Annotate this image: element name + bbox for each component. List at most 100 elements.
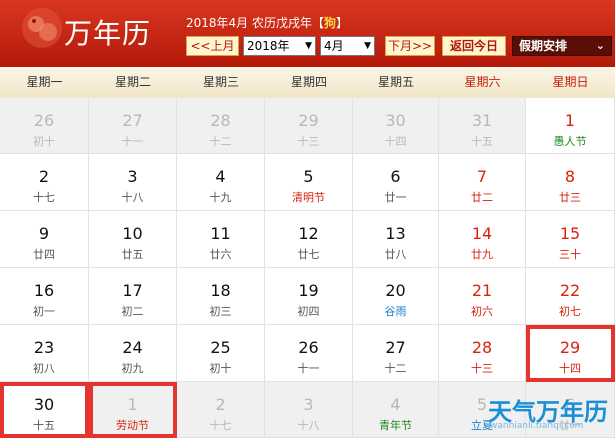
calendar-day-cell[interactable]: 2 十七 [0, 154, 89, 211]
calendar-day-cell[interactable]: 29 十三 [265, 98, 353, 154]
day-number: 6 [390, 167, 401, 186]
lunar-date: 初一 [33, 305, 55, 318]
day-number: 17 [122, 281, 143, 300]
day-number: 11 [210, 224, 231, 243]
month-select[interactable]: 4月 ▼ [320, 36, 375, 56]
weekday-label: 星期一 [26, 75, 63, 89]
day-number: 16 [33, 281, 55, 300]
calendar-day-cell[interactable]: 21 初六 [439, 268, 526, 325]
date-info: 2018年4月 农历戊戌年【狗】 [186, 14, 348, 31]
holiday-schedule-button[interactable]: 假期安排 ⌄ [512, 36, 612, 56]
day-number: 3 [303, 395, 314, 414]
calendar-day-cell[interactable]: 27 十一 [89, 98, 177, 154]
day-number: 8 [564, 167, 576, 186]
calendar-day-cell[interactable]: 30 十四 [353, 98, 439, 154]
day-number: 9 [38, 224, 50, 243]
calendar-day-cell[interactable]: 31 十五 [439, 98, 526, 154]
lunar-date: 初八 [33, 362, 55, 375]
lunar-date: 十一 [297, 362, 320, 375]
prev-month-button[interactable]: <<上月 [186, 36, 239, 56]
day-number: 5 [303, 167, 314, 186]
calendar-day-cell[interactable]: 22 初七 [526, 268, 615, 325]
lunar-date: 廿六 [209, 248, 232, 261]
year-select[interactable]: 2018年 ▼ [243, 36, 316, 56]
day-number: 15 [559, 224, 581, 243]
lunar-date: 十四 [559, 362, 581, 375]
calendar-day-cell[interactable]: 27 十二 [353, 325, 439, 382]
calendar-day-cell[interactable]: 24 初九 [89, 325, 177, 382]
festival-label: 清明节 [292, 191, 325, 204]
lunar-date: 十五 [471, 135, 493, 148]
calendar-day-cell[interactable]: 15 三十 [526, 211, 615, 268]
day-number: 10 [122, 224, 143, 243]
lunar-date: 十七 [209, 419, 232, 432]
calendar-day-cell[interactable]: 29 十四 [526, 325, 615, 382]
calendar-day-cell[interactable]: 8 廿三 [526, 154, 615, 211]
calendar-day-cell[interactable]: 23 初八 [0, 325, 89, 382]
day-number: 7 [476, 167, 488, 186]
festival-label: 青年节 [379, 419, 412, 432]
calendar-day-cell[interactable]: 1 劳动节 [89, 382, 177, 438]
day-number: 20 [385, 281, 406, 300]
lunar-date: 十五 [33, 419, 55, 432]
calendar-day-cell[interactable]: 3 十八 [265, 382, 353, 438]
calendar-day-cell[interactable]: 18 初三 [177, 268, 265, 325]
next-month-button[interactable]: 下月>> [385, 36, 435, 56]
calendar-day-cell[interactable]: 30 十五 [0, 382, 89, 438]
calendar-day-cell[interactable]: 13 廿八 [353, 211, 439, 268]
calendar-day-cell[interactable]: 9 廿四 [0, 211, 89, 268]
lunar-date: 初四 [297, 305, 320, 318]
today-button[interactable]: 返回今日 [442, 36, 506, 56]
calendar-day-cell[interactable]: 28 十三 [439, 325, 526, 382]
day-number: 4 [215, 167, 226, 186]
lunar-date: 十二 [384, 362, 407, 375]
calendar-day-cell[interactable]: 26 十一 [265, 325, 353, 382]
lunar-date: 初二 [121, 305, 144, 318]
day-number: 1 [564, 111, 576, 130]
day-number: 22 [559, 281, 581, 300]
day-number: 26 [298, 338, 319, 357]
calendar-day-cell[interactable]: 4 青年节 [353, 382, 439, 438]
day-number: 24 [122, 338, 143, 357]
calendar-day-cell[interactable]: 26 初十 [0, 98, 89, 154]
calendar-day-cell[interactable]: 6 廿一 [353, 154, 439, 211]
calendar-day-cell[interactable]: 3 十八 [89, 154, 177, 211]
calendar-day-cell[interactable]: 1 愚人节 [526, 98, 615, 154]
calendar-day-cell[interactable]: 2 十七 [177, 382, 265, 438]
day-number: 19 [298, 281, 319, 300]
lunar-date: 廿三 [559, 191, 581, 204]
calendar-day-cell[interactable]: 7 廿二 [439, 154, 526, 211]
lunar-date: 初七 [559, 305, 581, 318]
day-number: 28 [471, 338, 493, 357]
calendar-day-cell[interactable]: 14 廿九 [439, 211, 526, 268]
lunar-date: 十九 [209, 191, 232, 204]
calendar-day-cell[interactable]: 17 初二 [89, 268, 177, 325]
lunar-date: 廿九 [471, 248, 493, 261]
calendar-day-cell[interactable]: 28 十二 [177, 98, 265, 154]
lunar-date: 廿五 [121, 248, 144, 261]
day-number: 18 [210, 281, 231, 300]
weekday-label: 星期日 [552, 75, 589, 89]
calendar-day-cell[interactable]: 19 初四 [265, 268, 353, 325]
lunar-date: 十八 [297, 419, 320, 432]
day-number: 30 [385, 111, 406, 130]
calendar-day-cell[interactable]: 4 十九 [177, 154, 265, 211]
year-select-value: 2018年 [247, 39, 290, 53]
app-logo-text: 万年历 [64, 17, 152, 50]
current-month: 2018年4月 [186, 16, 249, 30]
lunar-date: 十三 [297, 135, 320, 148]
day-number: 30 [33, 395, 55, 414]
calendar-day-cell[interactable]: 16 初一 [0, 268, 89, 325]
lunar-date: 初三 [209, 305, 232, 318]
festival-label: 谷雨 [384, 305, 407, 318]
day-number: 4 [390, 395, 401, 414]
calendar-day-cell[interactable]: 11 廿六 [177, 211, 265, 268]
calendar-day-cell[interactable]: 25 初十 [177, 325, 265, 382]
calendar-day-cell[interactable]: 20 谷雨 [353, 268, 439, 325]
day-number: 31 [471, 111, 493, 130]
calendar-day-cell[interactable]: 10 廿五 [89, 211, 177, 268]
calendar-day-cell[interactable]: 5 清明节 [265, 154, 353, 211]
calendar-day-cell[interactable]: 12 廿七 [265, 211, 353, 268]
weekday-label: 星期四 [290, 75, 327, 89]
lunar-date: 初六 [471, 305, 493, 318]
